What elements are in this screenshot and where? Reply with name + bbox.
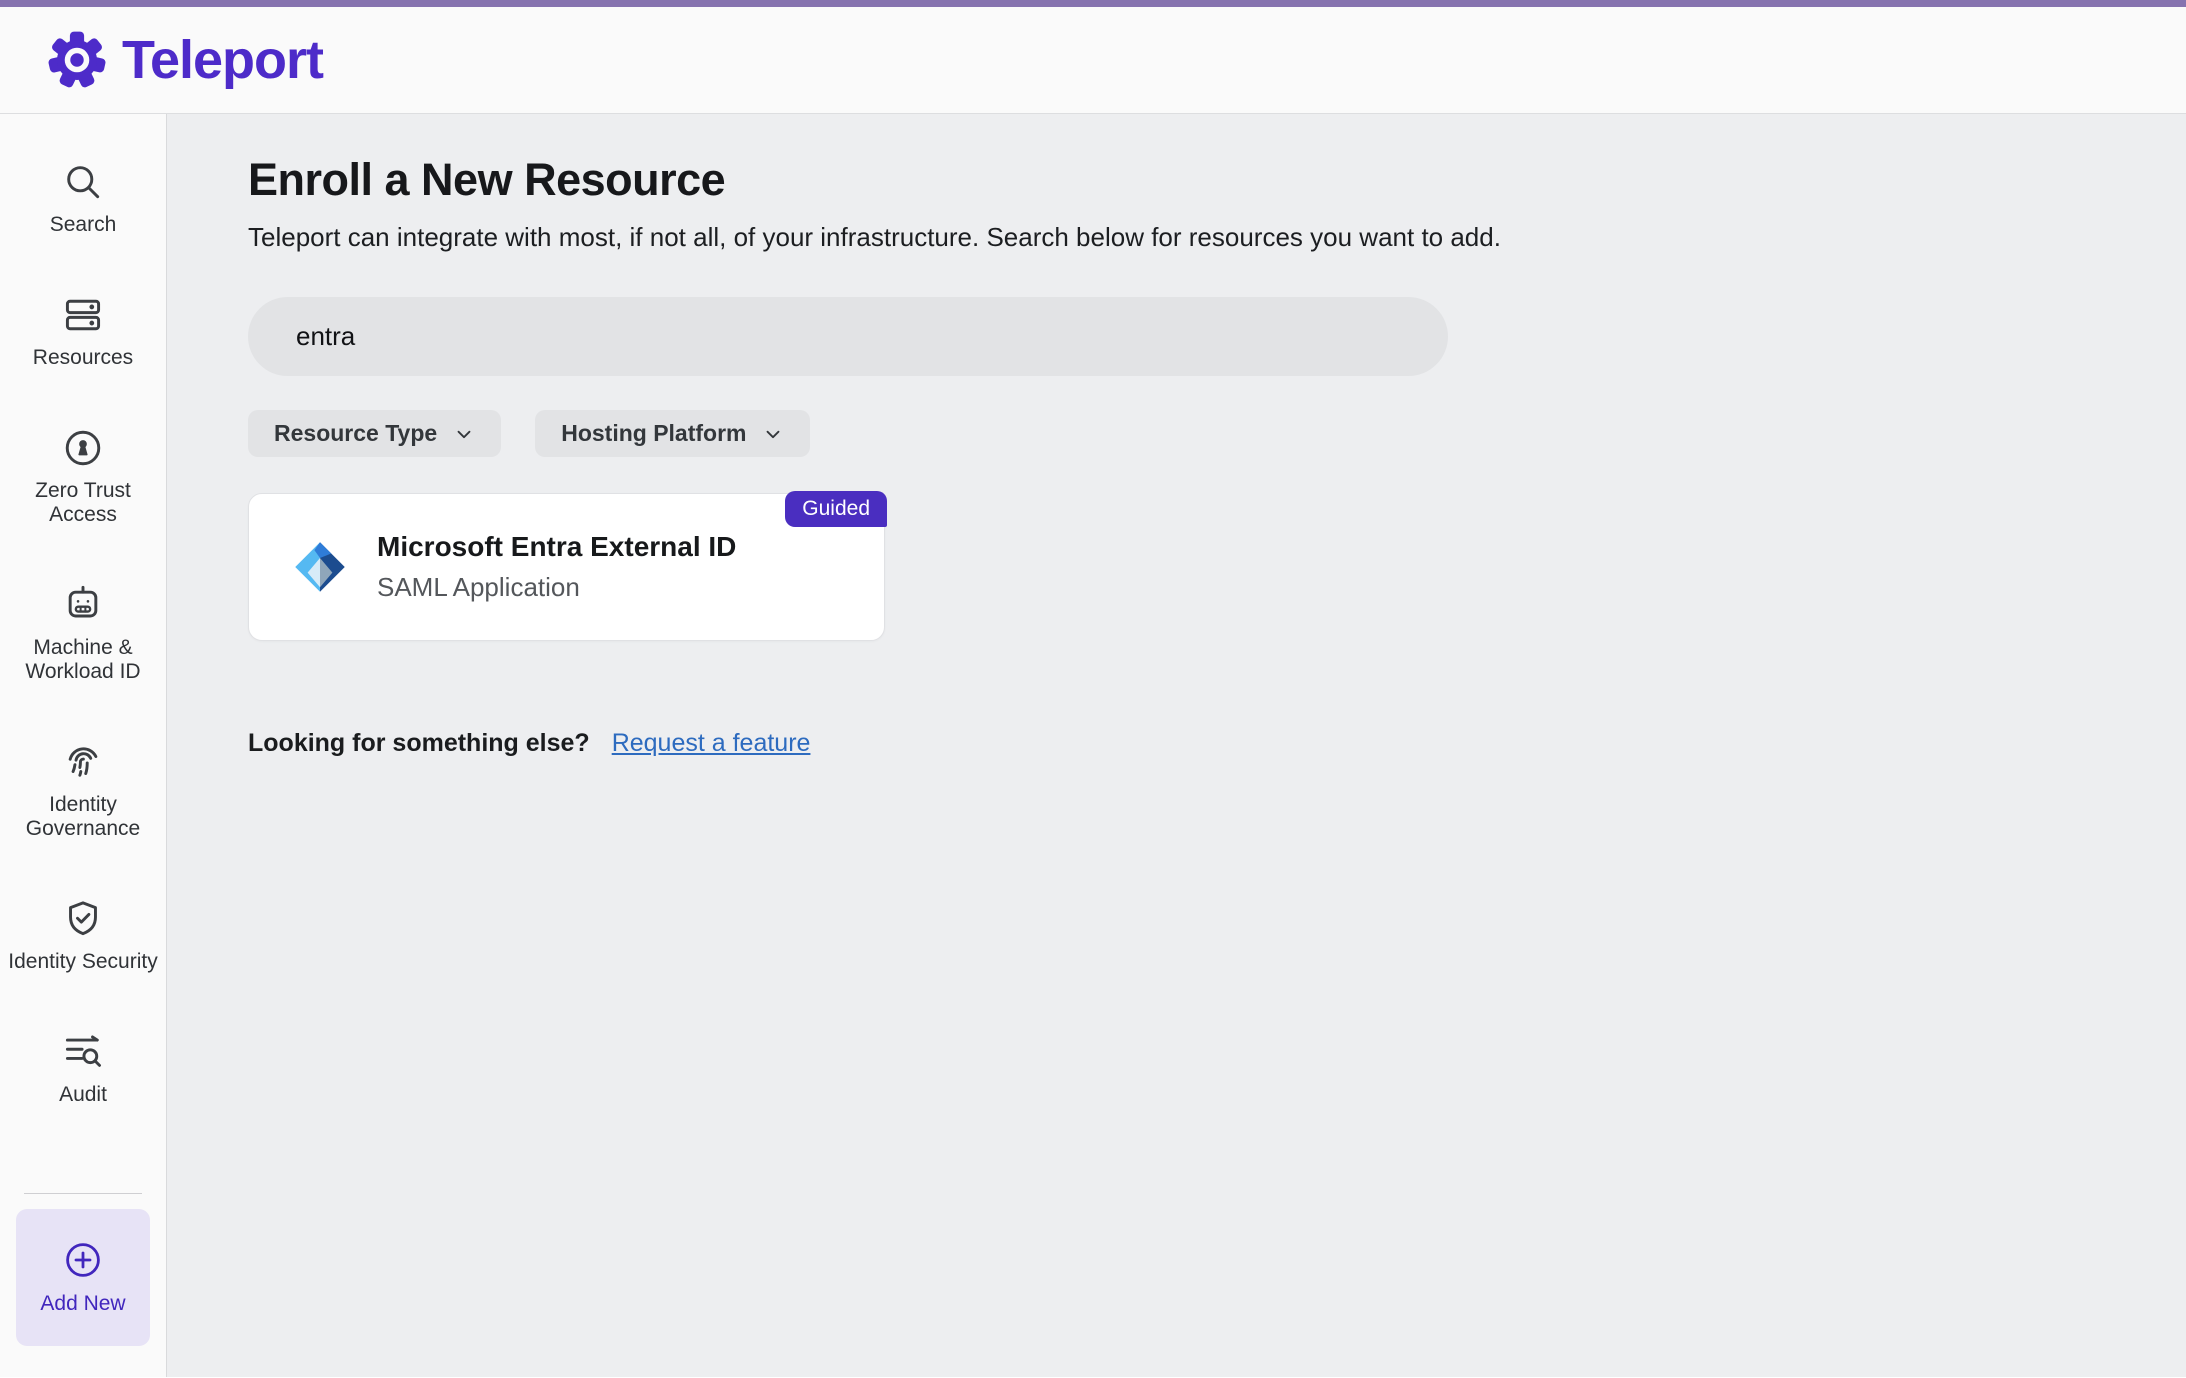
sidebar-item-audit[interactable]: Audit <box>8 1030 158 1107</box>
sidebar-item-label: Zero Trust Access <box>8 479 158 527</box>
sidebar-item-label: Resources <box>8 346 158 370</box>
plus-circle-icon <box>62 1239 104 1283</box>
resource-card-subtitle: SAML Application <box>377 572 736 603</box>
feature-request-row: Looking for something else? Request a fe… <box>248 729 2186 758</box>
resources-icon <box>61 293 105 337</box>
filter-bar: Resource Type Hosting Platform <box>248 410 2186 457</box>
chevron-down-icon <box>453 423 475 445</box>
top-accent-bar <box>0 0 2186 7</box>
logo-wordmark: Teleport <box>122 29 323 91</box>
sidebar-item-label: Audit <box>8 1083 158 1107</box>
resource-card-microsoft-entra[interactable]: Guided Microsoft Entra External ID SAML … <box>248 493 885 641</box>
app-header: Teleport <box>0 7 2186 114</box>
sidebar-item-machine-workload-id[interactable]: Machine & Workload ID <box>8 583 158 684</box>
sidebar-item-identity-governance[interactable]: Identity Governance <box>8 740 158 841</box>
resource-search-pill <box>248 297 1448 376</box>
sidebar-item-add-new[interactable]: Add New <box>16 1209 150 1346</box>
identity-security-icon <box>61 897 105 941</box>
footer-text: Looking for something else? <box>248 729 590 758</box>
sidebar-item-resources[interactable]: Resources <box>8 293 158 370</box>
main-content: Enroll a New Resource Teleport can integ… <box>167 114 2186 1377</box>
sidebar-item-zero-trust-access[interactable]: Zero Trust Access <box>8 426 158 527</box>
resource-card-title: Microsoft Entra External ID <box>377 531 736 563</box>
machine-workload-id-icon <box>61 583 105 627</box>
guided-badge: Guided <box>785 491 887 527</box>
sidebar-item-search[interactable]: Search <box>8 160 158 237</box>
teleport-logo[interactable]: Teleport <box>46 29 323 91</box>
resource-card-text: Microsoft Entra External ID SAML Applica… <box>377 531 736 603</box>
sidebar-divider <box>24 1193 142 1194</box>
chevron-down-icon <box>762 423 784 445</box>
search-icon <box>61 160 105 204</box>
sidebar-item-label: Identity Governance <box>8 793 158 841</box>
teleport-gear-icon <box>46 29 108 91</box>
page-subtitle: Teleport can integrate with most, if not… <box>248 222 2186 253</box>
filter-label: Resource Type <box>274 420 437 447</box>
hosting-platform-filter-button[interactable]: Hosting Platform <box>535 410 810 457</box>
identity-governance-icon <box>61 740 105 784</box>
add-new-label: Add New <box>23 1292 143 1316</box>
search-input[interactable] <box>296 321 1400 352</box>
sidebar-item-label: Identity Security <box>8 950 158 974</box>
sidebar: Search Resources Zero Tru <box>0 114 167 1377</box>
sidebar-item-identity-security[interactable]: Identity Security <box>8 897 158 974</box>
sidebar-item-label: Search <box>8 213 158 237</box>
zero-trust-access-icon <box>61 426 105 470</box>
filter-label: Hosting Platform <box>561 420 746 447</box>
request-feature-link[interactable]: Request a feature <box>612 729 811 758</box>
microsoft-entra-icon <box>293 540 347 594</box>
sidebar-item-label: Machine & Workload ID <box>8 636 158 684</box>
resource-type-filter-button[interactable]: Resource Type <box>248 410 501 457</box>
page-title: Enroll a New Resource <box>248 154 2186 206</box>
audit-icon <box>61 1030 105 1074</box>
